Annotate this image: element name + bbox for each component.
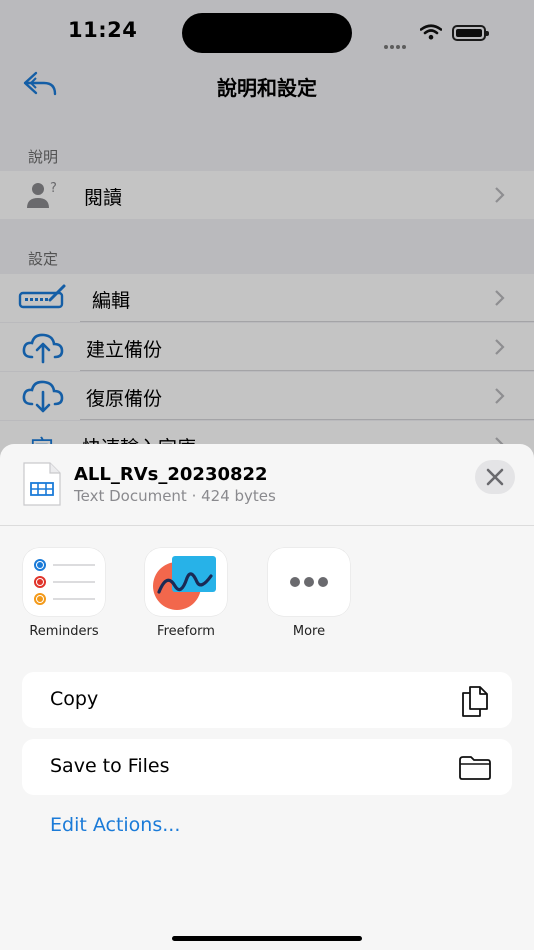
close-icon (486, 468, 504, 486)
action-label: Save to Files (50, 755, 170, 777)
chevron-right-icon (495, 339, 505, 355)
row-read[interactable]: ? 閱讀 (0, 171, 534, 219)
battery-icon (452, 25, 489, 41)
wifi-icon (420, 24, 442, 40)
app-label: More (292, 624, 326, 639)
status-bar: 11:24 (0, 0, 534, 66)
person-question-icon: ? (27, 181, 57, 208)
app-label: Freeform (157, 624, 215, 639)
app-more[interactable]: More (259, 548, 359, 639)
file-name: ALL_RVs_20230822 (74, 464, 268, 485)
app-freeform[interactable]: Freeform (136, 548, 236, 639)
more-icon (268, 548, 350, 616)
keyboard-pen-icon (18, 284, 66, 309)
cloud-upload-icon (22, 333, 64, 364)
copy-icon (462, 686, 488, 717)
chevron-right-icon (495, 388, 505, 404)
action-label: Copy (50, 688, 99, 710)
save-to-files-action[interactable]: Save to Files (22, 739, 512, 795)
share-sheet: ALL_RVs_20230822 Text Document · 424 byt… (0, 444, 534, 950)
chevron-right-icon (495, 187, 505, 203)
copy-action[interactable]: Copy (22, 672, 512, 728)
dynamic-island (182, 13, 352, 53)
signal-icon (384, 34, 408, 53)
section-header-help: 說明 (28, 148, 59, 166)
row-label: 復原備份 (86, 388, 163, 410)
row-edit[interactable]: 編輯 (0, 274, 534, 322)
row-label: 編輯 (92, 290, 131, 312)
freeform-icon (145, 548, 227, 616)
close-button[interactable] (475, 460, 515, 494)
section-header-settings: 設定 (28, 250, 59, 268)
nav-bar: 說明和設定 (0, 60, 534, 110)
folder-icon (459, 756, 491, 780)
svg-text:?: ? (50, 181, 57, 196)
page-title: 說明和設定 (217, 76, 317, 100)
document-icon (23, 462, 61, 506)
row-label: 閱讀 (84, 187, 123, 209)
cloud-download-icon (22, 380, 64, 413)
home-indicator (172, 936, 362, 941)
row-create-backup[interactable]: 建立備份 (0, 323, 534, 371)
app-row: Reminders Freeform More (0, 548, 534, 648)
row-restore-backup[interactable]: 復原備份 (0, 372, 534, 420)
row-label: 建立備份 (86, 339, 163, 361)
status-time: 11:24 (68, 18, 138, 42)
chevron-right-icon (495, 290, 505, 306)
app-label: Reminders (29, 624, 99, 639)
app-reminders[interactable]: Reminders (14, 548, 114, 639)
edit-actions-link[interactable]: Edit Actions... (50, 814, 180, 836)
file-header: ALL_RVs_20230822 Text Document · 424 byt… (0, 444, 534, 526)
reminders-icon (23, 548, 105, 616)
file-meta: Text Document · 424 bytes (74, 487, 276, 505)
